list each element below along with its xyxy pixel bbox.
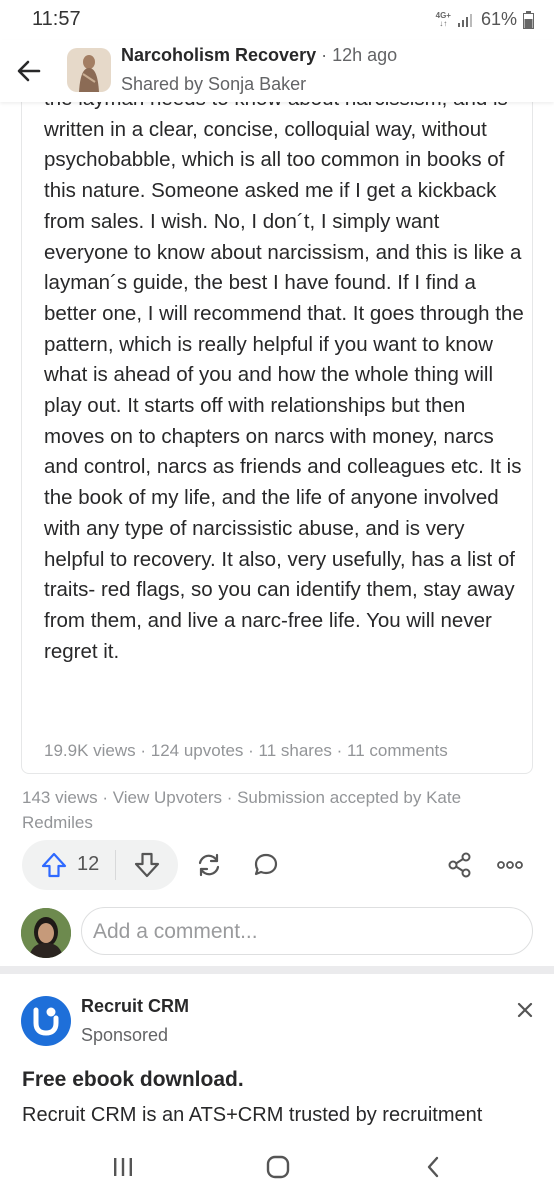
post-stats[interactable]: 19.9K views · 124 upvotes · 11 shares · … (44, 741, 448, 761)
space-name[interactable]: Narcoholism Recovery (121, 45, 316, 65)
vote-pill: 12 (22, 840, 178, 890)
space-avatar[interactable] (67, 48, 111, 92)
action-bar: 12 (0, 840, 554, 890)
user-avatar (21, 908, 71, 958)
nav-recents-icon[interactable] (111, 1156, 135, 1178)
share-icon[interactable] (446, 851, 474, 879)
nav-back-icon[interactable] (422, 1155, 446, 1179)
separator: · (321, 45, 328, 65)
post-card: the layman needs to know about narcissis… (21, 60, 533, 774)
back-arrow-icon[interactable] (15, 57, 43, 85)
advertiser-logo[interactable] (21, 996, 71, 1046)
nav-home-icon[interactable] (266, 1155, 290, 1179)
upvote-icon[interactable] (40, 851, 68, 879)
advertiser-name[interactable]: Recruit CRM (81, 996, 189, 1017)
ad-description[interactable]: Recruit CRM is an ATS+CRM trusted by rec… (22, 1104, 482, 1127)
space-name-line[interactable]: Narcoholism Recovery · 12h ago (121, 45, 397, 66)
battery-icon (523, 10, 534, 29)
more-icon[interactable] (496, 851, 524, 879)
upvote-count[interactable]: 12 (77, 853, 99, 876)
section-divider (0, 966, 554, 974)
signal-icon (457, 13, 472, 27)
close-icon[interactable] (515, 1000, 535, 1020)
share-meta[interactable]: 143 views · View Upvoters · Submission a… (22, 785, 522, 835)
network-type: 4G+ ↓↑ (435, 10, 451, 28)
comment-row: Add a comment... (0, 906, 554, 958)
post-header: Narcoholism Recovery · 12h ago Shared by… (0, 40, 554, 102)
post-time: 12h ago (332, 45, 398, 65)
sponsored-ad[interactable]: Recruit CRM Sponsored Free ebook downloa… (0, 974, 554, 1134)
vote-divider (115, 850, 116, 880)
comment-input[interactable]: Add a comment... (81, 907, 533, 955)
sponsored-label: Sponsored (81, 1025, 169, 1045)
status-indicators: 4G+ ↓↑ 61% (436, 9, 534, 30)
comment-placeholder: Add a comment... (93, 920, 258, 943)
shared-by[interactable]: Shared by Sonja Baker (121, 74, 306, 95)
system-nav-bar (0, 1134, 554, 1200)
ad-title[interactable]: Free ebook download. (22, 1068, 244, 1092)
comment-icon[interactable] (252, 851, 280, 879)
status-time: 11:57 (32, 8, 81, 30)
downvote-icon[interactable] (133, 851, 161, 879)
status-bar: 11:57 4G+ ↓↑ 61% (0, 0, 554, 40)
post-body: the layman needs to know about narcissis… (44, 87, 524, 663)
reshare-icon[interactable] (195, 851, 223, 879)
battery-percent: 61% (480, 9, 517, 29)
